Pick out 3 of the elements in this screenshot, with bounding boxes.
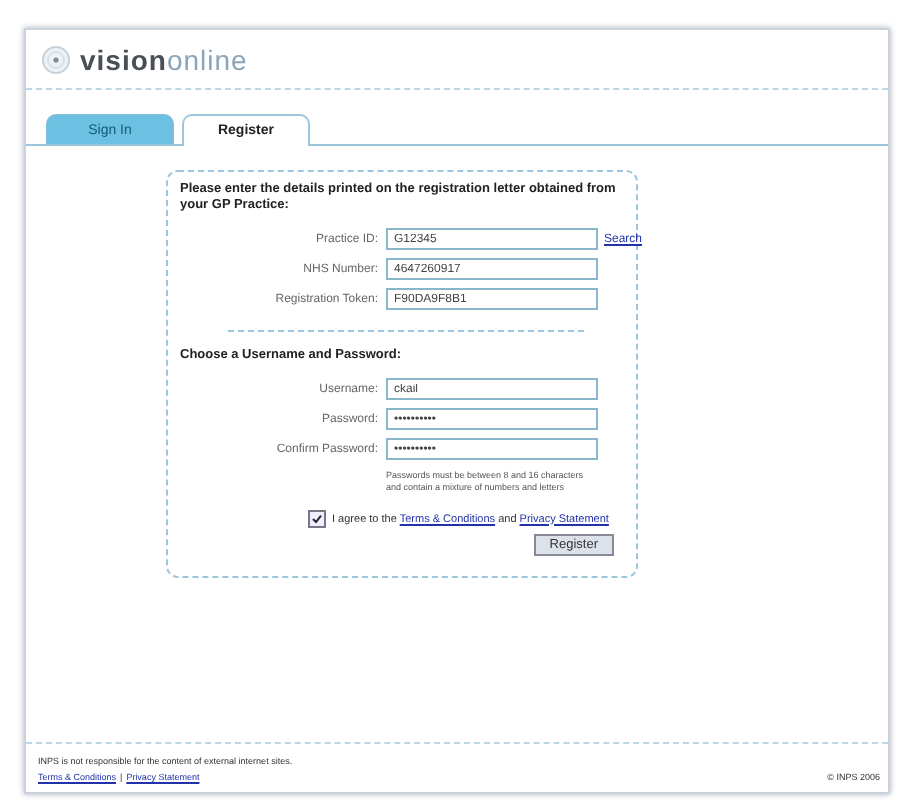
agree-checkbox[interactable] (308, 510, 326, 529)
logo-text: visiononline (80, 44, 248, 76)
logo-icon (42, 46, 70, 74)
